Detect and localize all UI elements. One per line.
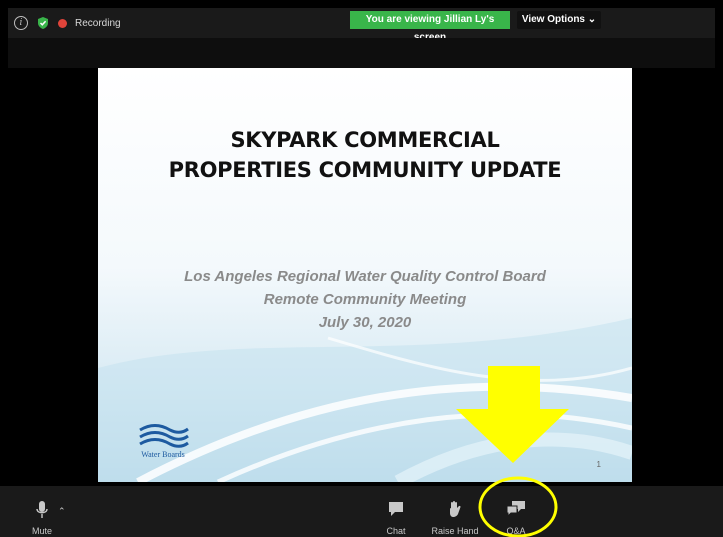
shield-icon[interactable] xyxy=(36,16,50,30)
slide-subtitle: Los Angeles Regional Water Quality Contr… xyxy=(98,265,632,334)
slide-subtitle-line: July 30, 2020 xyxy=(318,314,412,331)
view-options-button[interactable]: View Options ⌄ xyxy=(517,11,601,29)
screen-share-padding xyxy=(8,38,715,68)
viewing-screen-banner: You are viewing Jillian Ly's screen xyxy=(350,11,510,43)
recording-icon xyxy=(58,18,67,28)
shared-slide: SKYPARK COMMERCIAL PROPERTIES COMMUNITY … xyxy=(98,68,632,482)
recording-label: Recording xyxy=(75,17,121,29)
slide-subtitle-line: Remote Community Meeting xyxy=(263,291,467,308)
logo-text: Water Boards xyxy=(141,450,185,459)
raise-hand-label: Raise Hand xyxy=(431,526,479,536)
raise-hand-icon xyxy=(450,501,461,517)
meeting-status-group: i Recording xyxy=(14,16,121,30)
chat-label: Chat xyxy=(386,526,406,536)
water-boards-logo: Water Boards xyxy=(134,422,192,470)
slide-title-line: SKYPARK COMMERCIAL xyxy=(230,128,500,152)
qa-label: Q&A xyxy=(506,526,526,536)
qa-icon xyxy=(506,501,525,518)
slide-title-line: PROPERTIES COMMUNITY UPDATE xyxy=(168,158,562,182)
chevron-up-icon[interactable]: ⌃ xyxy=(58,506,66,517)
slide-title: SKYPARK COMMERCIAL PROPERTIES COMMUNITY … xyxy=(98,125,632,185)
slide-subtitle-line: Los Angeles Regional Water Quality Contr… xyxy=(184,268,546,285)
mute-label: Mute xyxy=(31,526,52,536)
meeting-top-bar: i Recording You are viewing Jillian Ly's… xyxy=(8,8,715,43)
microphone-icon xyxy=(36,501,48,518)
chat-icon xyxy=(389,502,403,516)
slide-page-number: 1 xyxy=(596,460,601,469)
wave-icon xyxy=(139,424,189,448)
info-icon[interactable]: i xyxy=(14,16,28,30)
meeting-toolbar: Mute ⌃ Chat Raise Hand Q&A xyxy=(0,486,723,537)
